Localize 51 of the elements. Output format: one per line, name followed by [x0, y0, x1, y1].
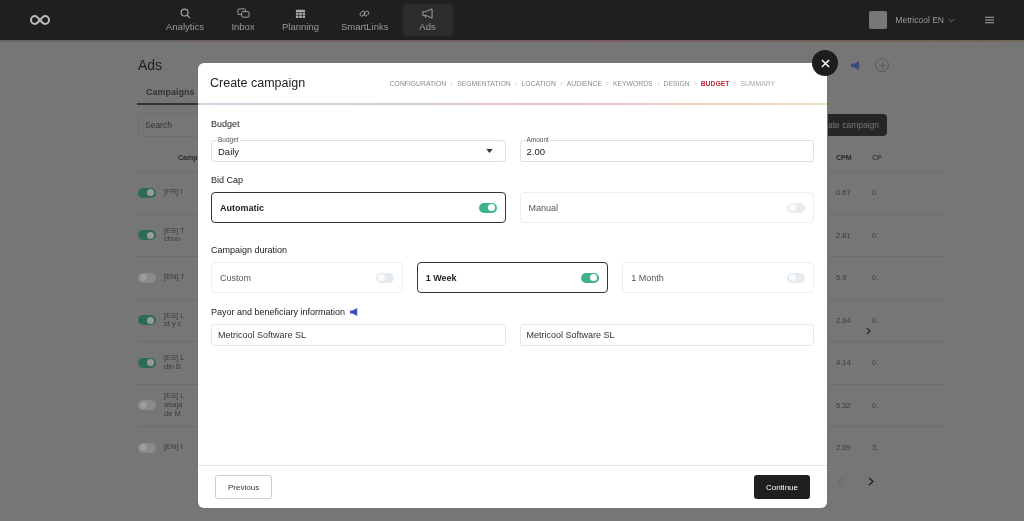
- section-heading: Payor and beneficiary information: [211, 307, 346, 317]
- chevron-down-icon[interactable]: [948, 17, 955, 23]
- plus-icon: [878, 61, 886, 69]
- calendar-icon: [295, 8, 306, 19]
- section-heading: Campaign duration: [211, 245, 289, 255]
- chevron-right-icon[interactable]: [866, 327, 871, 335]
- caret-icon: [485, 149, 493, 153]
- account-avatar[interactable]: [869, 11, 888, 29]
- nav-tab[interactable]: Inbox: [218, 4, 268, 36]
- toggle-switch[interactable]: [138, 357, 156, 368]
- toggle-switch[interactable]: [581, 272, 600, 283]
- section-heading: Budget: [211, 119, 241, 129]
- option-card[interactable]: Automatic: [211, 192, 506, 223]
- nav-tab[interactable]: Analytics: [158, 4, 212, 36]
- nav-tab[interactable]: Ads: [402, 4, 453, 36]
- toggle-switch[interactable]: [787, 272, 805, 283]
- menu-icon[interactable]: [985, 16, 994, 24]
- search-icon: [179, 8, 191, 19]
- toggle-switch[interactable]: [138, 442, 156, 453]
- toggle-switch[interactable]: [138, 187, 156, 198]
- option-card[interactable]: Manual: [519, 192, 814, 223]
- close-button[interactable]: [812, 50, 838, 76]
- dialog-title: Create campaign: [210, 76, 306, 90]
- option-card[interactable]: 1 Month: [622, 262, 814, 293]
- megaphone-icon[interactable]: [850, 60, 861, 70]
- account-switcher[interactable]: Metricool EN: [895, 15, 944, 25]
- toggle-switch[interactable]: [375, 272, 394, 283]
- megaphone-icon: [349, 308, 360, 316]
- page-title: Ads: [138, 56, 163, 73]
- chevron-right-icon[interactable]: [868, 477, 874, 486]
- option-card[interactable]: Custom: [211, 262, 403, 293]
- infinity-logo-icon[interactable]: [30, 15, 50, 25]
- continue-button[interactable]: Continue: [753, 475, 810, 499]
- chat-bubbles-icon: [236, 8, 250, 19]
- link-icon: [359, 8, 371, 19]
- toggle-switch[interactable]: [478, 202, 497, 213]
- megaphone-icon: [421, 8, 434, 19]
- toggle-switch[interactable]: [138, 230, 156, 241]
- nav-tab[interactable]: SmartLinks: [333, 4, 397, 36]
- close-icon: [820, 58, 830, 68]
- create-campaign-button[interactable]: ate campaign: [828, 114, 888, 136]
- section-heading: Bid Cap: [211, 175, 245, 185]
- text-input-field[interactable]: Metricool Software SL: [211, 324, 506, 346]
- option-card[interactable]: 1 Week: [416, 262, 609, 293]
- previous-button[interactable]: Previous: [215, 475, 273, 499]
- text-input-field[interactable]: Metricool Software SL: [519, 324, 814, 346]
- toggle-switch[interactable]: [138, 272, 156, 283]
- nav-tab[interactable]: Planning: [274, 4, 327, 36]
- toggle-switch[interactable]: [138, 400, 156, 411]
- toggle-switch[interactable]: [787, 202, 805, 213]
- toggle-switch[interactable]: [138, 315, 156, 326]
